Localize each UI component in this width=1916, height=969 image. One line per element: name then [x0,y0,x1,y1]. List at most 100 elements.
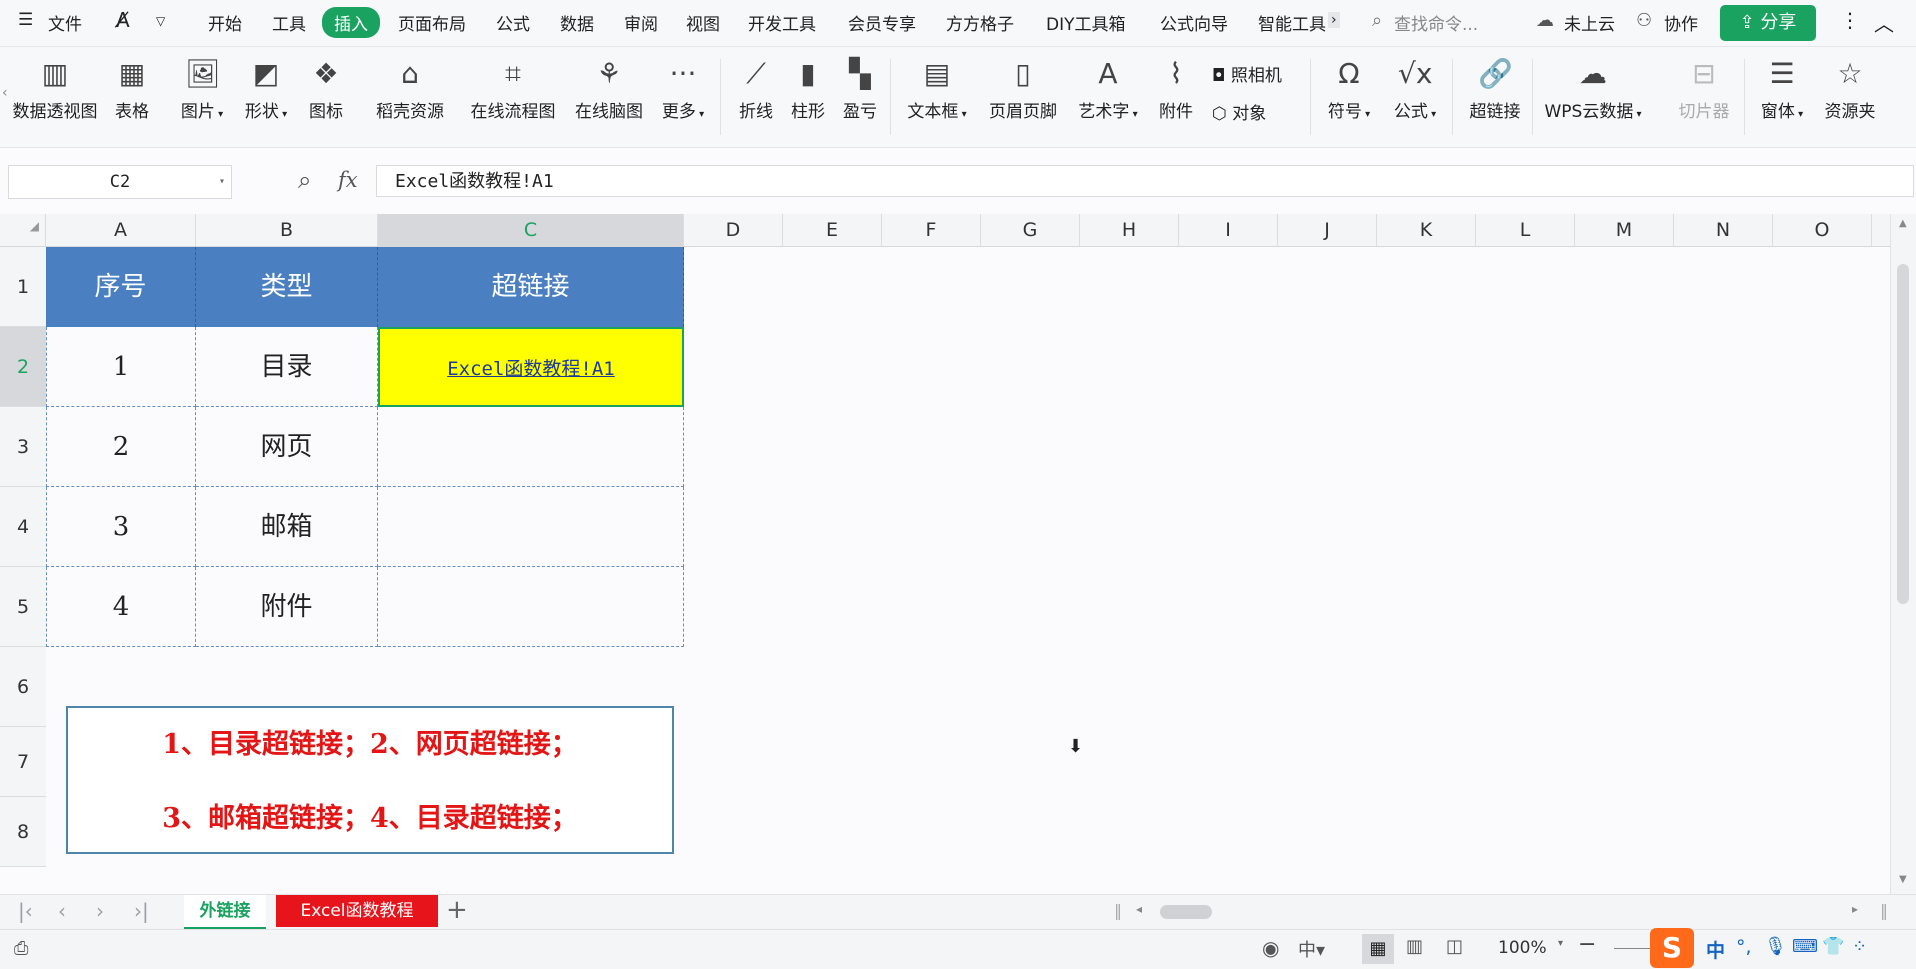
sogou-ime-logo-icon[interactable]: S [1650,928,1694,968]
column-header-i[interactable]: I [1179,214,1278,246]
row-header-3[interactable]: 3 [0,407,46,487]
column-header-f[interactable]: F [882,214,981,246]
wordart-button[interactable]: A 艺术字 ▾ [1076,57,1140,122]
column-header-e[interactable]: E [783,214,882,246]
eye-protection-icon[interactable]: ◉ [1262,936,1279,960]
column-header-k[interactable]: K [1377,214,1476,246]
split-handle-icon[interactable]: ‖ [1114,901,1122,920]
header-cell-c1[interactable]: 超链接 [378,247,684,327]
form-button[interactable]: ☰ 窗体 ▾ [1756,57,1808,122]
camera-button[interactable]: ◘ 照相机 [1212,61,1282,86]
hamburger-menu-icon[interactable]: ☰ [18,10,33,30]
row-header-4[interactable]: 4 [0,487,46,567]
ribbon-scroll-left-icon[interactable]: ‹ [2,85,8,101]
name-box[interactable]: C2 ▾ [8,165,232,199]
cell-b4[interactable]: 邮箱 [196,487,378,567]
sparkline-winloss-button[interactable]: ▚ 盈亏 [840,57,880,122]
cell-c4[interactable] [378,487,684,567]
skin-shirt-icon[interactable]: 👕 [1822,936,1844,957]
tab-insert[interactable]: 插入 [322,7,380,38]
sheet-tab-excel-tutorial[interactable]: Excel函数教程 [276,895,438,927]
flowchart-button[interactable]: ⌗ 在线流程图 [466,57,560,122]
column-header-j[interactable]: J [1278,214,1377,246]
tab-diy-toolbox[interactable]: DIY工具箱 [1046,10,1126,35]
prev-sheet-icon[interactable]: ‹ [58,899,66,923]
tab-page-layout[interactable]: 页面布局 [398,10,466,35]
tab-member[interactable]: 会员专享 [848,10,916,35]
tab-formula-wizard[interactable]: 公式向导 [1160,10,1228,35]
header-footer-button[interactable]: ▯ 页眉页脚 [986,57,1060,122]
hyperlink-cell-c2[interactable]: Excel函数教程!A1 [378,327,684,407]
zoom-level[interactable]: 100% [1498,938,1547,958]
tab-tools[interactable]: 工具 [272,10,306,35]
tab-developer[interactable]: 开发工具 [748,10,816,35]
docer-resources-button[interactable]: ⌂ 稻壳资源 [372,57,448,122]
cell-b5[interactable]: 附件 [196,567,378,647]
formula-input[interactable]: Excel函数教程!A1 [376,165,1914,197]
column-header-d[interactable]: D [684,214,783,246]
zoom-formula-icon[interactable]: ⌕ [298,166,311,194]
header-cell-b1[interactable]: 类型 [196,247,378,327]
select-all-corner[interactable]: ◢ [0,214,46,246]
zoom-slider-track[interactable] [1614,948,1654,949]
split-handle-icon[interactable]: ‖ [1880,901,1888,920]
vertical-scroll-thumb[interactable] [1897,264,1909,604]
pivot-chart-button[interactable]: ▥ 数据透视图 [10,57,100,122]
vertical-scrollbar[interactable]: ▲ ▼ [1890,214,1916,894]
file-menu[interactable]: 文件 [48,10,82,35]
tab-smart-tools[interactable]: 智能工具 [1258,10,1330,35]
column-header-o[interactable]: O [1773,214,1872,246]
note-textbox[interactable]: 1、目录超链接；2、网页超链接； 3、邮箱超链接；4、目录超链接； [66,706,674,854]
picture-button[interactable]: 🖼 图片 ▾ [176,57,228,122]
column-header-n[interactable]: N [1674,214,1773,246]
page-break-view-icon[interactable]: ◫ [1446,936,1463,957]
zoom-dropdown-icon[interactable]: ▾ [1558,938,1563,949]
horizontal-scroll-thumb[interactable] [1160,905,1212,919]
row-header-2[interactable]: 2 [0,327,46,407]
column-header-h[interactable]: H [1080,214,1179,246]
scroll-left-icon[interactable]: ◂ [1136,902,1142,916]
tab-data[interactable]: 数据 [560,10,594,35]
column-header-m[interactable]: M [1575,214,1674,246]
input-method-icon[interactable]: 中▾ [1298,936,1325,962]
scroll-right-icon[interactable]: ▸ [1852,902,1858,916]
tab-view[interactable]: 视图 [686,10,720,35]
column-header-g[interactable]: G [981,214,1080,246]
microphone-icon[interactable]: 🎙 [1764,936,1787,957]
column-header-c[interactable]: C [378,214,684,246]
fx-icon[interactable]: fx [338,168,358,192]
tab-formula[interactable]: 公式 [496,10,530,35]
cell-b3[interactable]: 网页 [196,407,378,487]
sparkline-line-button[interactable]: ⟋ 折线 [736,57,776,122]
search-input[interactable]: 查找命令... [1394,10,1478,35]
zoom-out-icon[interactable]: − [1578,932,1596,957]
page-layout-view-icon[interactable]: ▥ [1406,936,1423,957]
symbol-button[interactable]: Ω 符号 ▾ [1324,57,1374,122]
collapse-ribbon-icon[interactable]: ︿ [1874,8,1894,37]
last-sheet-icon[interactable]: ›| [134,899,149,923]
row-header-1[interactable]: 1 [0,247,46,327]
add-sheet-button[interactable]: + [446,895,468,925]
row-header-8[interactable]: 8 [0,797,46,867]
mindmap-button[interactable]: ⚘ 在线脑图 [572,57,646,122]
shape-button[interactable]: ◩ 形状 ▾ [240,57,292,122]
object-button[interactable]: ⬡ 对象 [1212,99,1266,124]
chevron-down-icon[interactable]: ▽ [156,14,165,28]
icon-button[interactable]: ❖ 图标 [306,57,346,122]
cell-c5[interactable] [378,567,684,647]
search-icon[interactable]: ⌕ [1372,10,1382,31]
more-options-icon[interactable]: ⋮ [1840,8,1860,32]
format-painter-icon[interactable]: A̸ [116,8,130,32]
macro-record-icon[interactable]: ⎙ [14,938,28,959]
scroll-up-icon[interactable]: ▲ [1899,218,1907,229]
hyperlink-button[interactable]: 🔗 超链接 [1466,57,1524,122]
toolbox-grid-icon[interactable]: ⁘ [1852,936,1867,957]
cloud-status[interactable]: 未上云 [1564,10,1615,35]
chevron-right-icon[interactable]: › [1328,12,1340,28]
first-sheet-icon[interactable]: |‹ [18,899,33,923]
cell-c3[interactable] [378,407,684,487]
collab-icon[interactable]: ⚇ [1636,10,1652,31]
column-header-b[interactable]: B [196,214,378,246]
column-header-l[interactable]: L [1476,214,1575,246]
wps-cloud-data-button[interactable]: ☁ WPS云数据 ▾ [1540,57,1646,122]
